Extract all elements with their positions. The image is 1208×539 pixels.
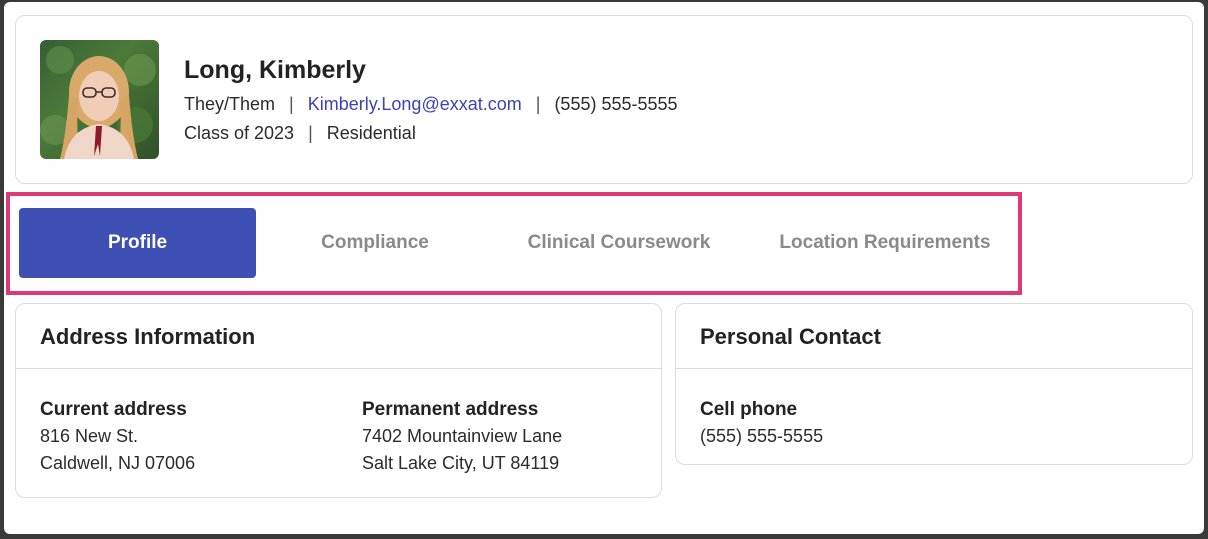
tab-profile[interactable]: Profile (19, 208, 256, 278)
current-address-line1: 816 New St. (40, 426, 139, 446)
permanent-address: Permanent address 7402 Mountainview Lane… (362, 396, 562, 477)
cell-phone-value: (555) 555-5555 (700, 426, 824, 446)
tab-clinical-coursework[interactable]: Clinical Coursework (498, 208, 740, 278)
permanent-address-line1: 7402 Mountainview Lane (362, 426, 563, 446)
divider (676, 368, 1192, 369)
profile-header-card: Long, Kimberly They/Them | Kimberly.Long… (15, 15, 1193, 184)
student-profile-modal: Long, Kimberly They/Them | Kimberly.Long… (4, 2, 1204, 534)
program-type: Residential (326, 123, 416, 143)
pronouns: They/Them (184, 94, 276, 114)
cell-phone: Cell phone (555) 555-5555 (700, 396, 823, 450)
panel-title: Address Information (40, 324, 256, 349)
current-address-line2: Caldwell, NJ 07006 (40, 453, 196, 473)
permanent-address-line2: Salt Lake City, UT 84119 (362, 453, 560, 473)
student-name: Long, Kimberly (184, 56, 366, 84)
personal-contact-panel: Personal Contact Cell phone (555) 555-55… (675, 303, 1193, 465)
phone-number: (555) 555-5555 (554, 94, 678, 114)
email-link[interactable]: Kimberly.Long@exxat.com (308, 94, 522, 115)
separator: | (289, 94, 294, 114)
current-address: Current address 816 New St. Caldwell, NJ… (40, 396, 195, 477)
cell-phone-label: Cell phone (700, 399, 798, 420)
avatar-image (40, 46, 156, 159)
avatar (40, 40, 159, 159)
separator: | (535, 94, 541, 114)
panel-title: Personal Contact (700, 324, 881, 349)
profile-meta-line-1: They/Them | Kimberly.Long@exxat.com | (5… (184, 94, 678, 115)
address-information-panel: Address Information Current address 816 … (15, 303, 662, 498)
tab-compliance[interactable]: Compliance (260, 208, 490, 278)
profile-meta-line-2: Class of 2023 | Residential (184, 123, 416, 144)
current-address-label: Current address (40, 399, 187, 420)
tab-location-requirements[interactable]: Location Requirements (748, 208, 1022, 278)
divider (16, 368, 661, 369)
permanent-address-label: Permanent address (362, 399, 539, 420)
class-year: Class of 2023 (184, 123, 295, 143)
tab-bar-highlight: Profile Compliance Clinical Coursework L… (6, 192, 1022, 295)
separator: | (308, 123, 313, 143)
